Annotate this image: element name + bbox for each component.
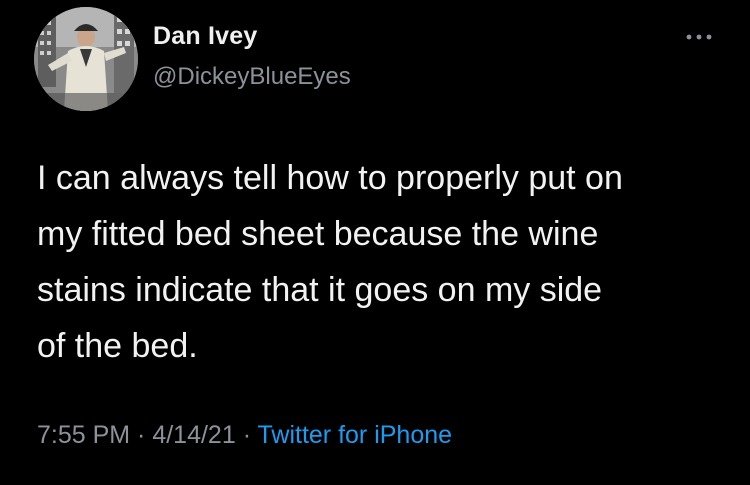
tweet-metadata: 7:55 PM · 4/14/21 · Twitter for iPhone: [37, 421, 452, 450]
meta-separator: ·: [130, 421, 153, 449]
avatar-image: [34, 7, 138, 111]
tweet-source-link[interactable]: Twitter for iPhone: [258, 421, 453, 449]
author-handle[interactable]: @DickeyBlueEyes: [153, 63, 351, 91]
tweet-date[interactable]: 4/14/21: [152, 421, 235, 449]
meta-separator: ·: [235, 421, 258, 449]
tweet-card: Dan Ivey @DickeyBlueEyes I can always te…: [0, 0, 750, 485]
more-options-icon[interactable]: [684, 30, 714, 42]
author-avatar[interactable]: [34, 7, 138, 111]
tweet-text: I can always tell how to properly put on…: [37, 159, 623, 365]
author-display-name[interactable]: Dan Ivey: [153, 22, 257, 51]
tweet-time[interactable]: 7:55 PM: [37, 421, 130, 449]
